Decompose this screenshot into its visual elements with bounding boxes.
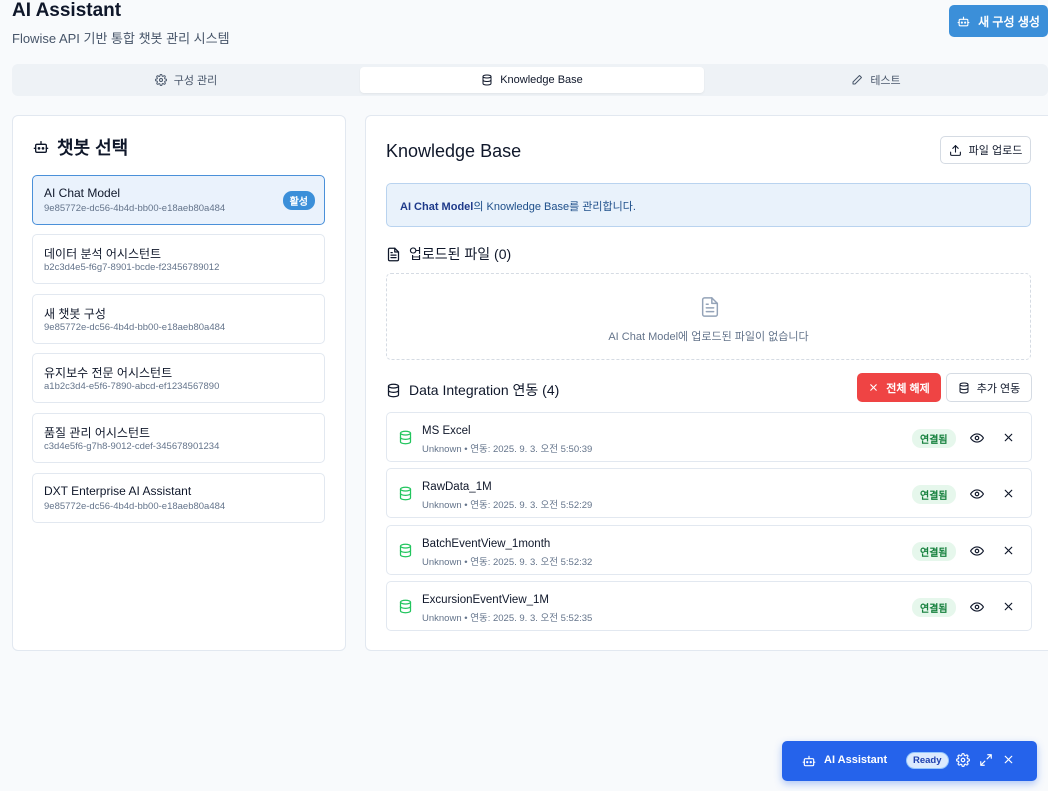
status-badge: 연결됨 (912, 485, 956, 504)
upload-icon (949, 144, 962, 157)
file-upload-button[interactable]: 파일 업로드 (940, 136, 1031, 164)
integration-heading: Data Integration 연동 (4) (386, 380, 559, 400)
new-config-button[interactable]: 새 구성 생성 (949, 5, 1048, 37)
app-title: AI Assistant (12, 0, 122, 21)
bot-icon (957, 15, 970, 28)
integration-row: ExcursionEventView_1M Unknown • 연동: 2025… (386, 581, 1032, 631)
close-icon[interactable] (1002, 544, 1015, 557)
close-icon (868, 382, 879, 393)
panel-title: 챗봇 선택 (33, 134, 128, 160)
uploaded-files-title: 업로드된 파일 (0) (409, 246, 512, 262)
database-icon (958, 382, 970, 394)
add-integration-button[interactable]: 추가 연동 (946, 373, 1032, 402)
chatbot-name: 품질 관리 어시스턴트 (44, 426, 151, 440)
uploaded-files-heading: 업로드된 파일 (0) (386, 244, 511, 264)
chatbot-item[interactable]: 품질 관리 어시스턴트 c3d4e5f6-g7h8-9012-cdef-3456… (32, 413, 325, 463)
integration-row: RawData_1M Unknown • 연동: 2025. 9. 3. 오전 … (386, 468, 1032, 518)
integration-meta: Unknown • 연동: 2025. 9. 3. 오전 5:50:39 (422, 444, 593, 455)
panel-title-text: 챗봇 선택 (57, 138, 129, 158)
disconnect-all-label: 전체 해제 (886, 382, 930, 395)
integration-name: ExcursionEventView_1M (422, 594, 549, 606)
integration-row: BatchEventView_1month Unknown • 연동: 2025… (386, 525, 1032, 575)
eye-icon[interactable] (970, 487, 984, 501)
database-icon (398, 599, 413, 614)
database-icon (398, 486, 413, 501)
chatbot-id: b2c3d4e5-f6g7-8901-bcde-f23456789012 (44, 262, 220, 273)
chatbot-id: a1b2c3d4-e5f6-7890-abcd-ef1234567890 (44, 381, 220, 392)
pencil-icon (851, 74, 863, 86)
chatbot-id: 9e85772e-dc56-4b4d-bb00-e18aeb80a484 (44, 501, 226, 512)
disconnect-all-button[interactable]: 전체 해제 (857, 373, 941, 402)
close-icon[interactable] (1002, 600, 1015, 613)
tab-label: Knowledge Base (500, 74, 583, 86)
file-text-icon (386, 247, 401, 262)
close-icon[interactable] (1002, 753, 1015, 766)
status-badge: 연결됨 (912, 542, 956, 561)
page-title: Knowledge Base (386, 141, 522, 161)
active-badge: 활성 (282, 191, 315, 210)
bot-icon (802, 754, 816, 768)
chatbot-name: 유지보수 전문 어시스턴트 (44, 366, 173, 380)
integration-name: MS Excel (422, 425, 471, 437)
bot-icon (33, 139, 49, 155)
eye-icon[interactable] (970, 544, 984, 558)
chatbot-id: c3d4e5f6-g7h8-9012-cdef-345678901234 (44, 441, 220, 452)
status-badge: 연결됨 (912, 429, 956, 448)
integration-name: RawData_1M (422, 481, 492, 493)
chatbot-name: AI Chat Model (44, 186, 121, 200)
tab-label: 테스트 (870, 75, 901, 87)
expand-icon[interactable] (979, 753, 993, 767)
integration-meta: Unknown • 연동: 2025. 9. 3. 오전 5:52:29 (422, 500, 593, 511)
widget-title: AI Assistant (824, 754, 888, 766)
chatbot-item[interactable]: AI Chat Model 9e85772e-dc56-4b4d-bb00-e1… (32, 175, 325, 225)
tab-label: 구성 관리 (173, 75, 218, 87)
close-icon[interactable] (1002, 431, 1015, 444)
empty-files-text: AI Chat Model에 업로드된 파일이 없습니다 (608, 331, 809, 343)
chatbot-select-panel: 챗봇 선택 AI Chat Model 9e85772e-dc56-4b4d-b… (12, 115, 346, 651)
chatbot-name: 데이터 분석 어시스턴트 (44, 247, 162, 261)
integration-meta: Unknown • 연동: 2025. 9. 3. 오전 5:52:35 (422, 613, 593, 624)
info-banner: AI Chat Model의 Knowledge Base를 관리합니다. (386, 183, 1031, 227)
tab-bar: 구성 관리 Knowledge Base 테스트 (12, 64, 1048, 96)
empty-files-dropzone[interactable]: AI Chat Model에 업로드된 파일이 없습니다 (386, 273, 1031, 360)
chatbot-item[interactable]: 데이터 분석 어시스턴트 b2c3d4e5-f6g7-8901-bcde-f23… (32, 234, 325, 284)
integration-title: Data Integration 연동 (4) (409, 382, 560, 398)
status-badge: Ready (906, 752, 949, 769)
integration-name: BatchEventView_1month (422, 538, 551, 550)
add-integration-label: 추가 연동 (976, 382, 1021, 395)
database-icon (386, 383, 401, 398)
chatbot-id: 9e85772e-dc56-4b4d-bb00-e18aeb80a484 (44, 322, 226, 333)
eye-icon[interactable] (970, 600, 984, 614)
chatbot-item[interactable]: 새 챗봇 구성 9e85772e-dc56-4b4d-bb00-e18aeb80… (32, 294, 325, 344)
database-icon (398, 430, 413, 445)
tab-config[interactable]: 구성 관리 (12, 67, 360, 93)
integration-row: MS Excel Unknown • 연동: 2025. 9. 3. 오전 5:… (386, 412, 1032, 462)
info-text: 의 Knowledge Base를 관리합니다. (473, 201, 636, 213)
chatbot-item[interactable]: 유지보수 전문 어시스턴트 a1b2c3d4-e5f6-7890-abcd-ef… (32, 353, 325, 403)
eye-icon[interactable] (970, 431, 984, 445)
gear-icon (154, 74, 167, 86)
chatbot-name: DXT Enterprise AI Assistant (44, 484, 192, 498)
chatbot-name: 새 챗봇 구성 (44, 307, 106, 321)
integration-meta: Unknown • 연동: 2025. 9. 3. 오전 5:52:32 (422, 557, 593, 568)
tab-test[interactable]: 테스트 (704, 67, 1048, 93)
database-icon (398, 543, 413, 558)
chatbot-id: 9e85772e-dc56-4b4d-bb00-e18aeb80a484 (44, 203, 226, 214)
tab-knowledge-base[interactable]: Knowledge Base (360, 67, 704, 93)
app-subtitle: Flowise API 기반 통합 챗봇 관리 시스템 (12, 31, 230, 46)
gear-icon[interactable] (956, 753, 970, 767)
close-icon[interactable] (1002, 487, 1015, 500)
chatbot-item[interactable]: DXT Enterprise AI Assistant 9e85772e-dc5… (32, 473, 325, 523)
info-bot-name: AI Chat Model (400, 201, 474, 213)
file-text-icon (699, 294, 721, 320)
assistant-widget[interactable]: AI Assistant Ready (782, 741, 1037, 781)
upload-label: 파일 업로드 (968, 145, 1023, 157)
status-badge: 연결됨 (912, 598, 956, 617)
database-icon (481, 74, 493, 86)
new-config-label: 새 구성 생성 (978, 14, 1040, 29)
knowledge-base-panel: Knowledge Base 파일 업로드 AI Chat Model의 Kno… (365, 115, 1048, 651)
